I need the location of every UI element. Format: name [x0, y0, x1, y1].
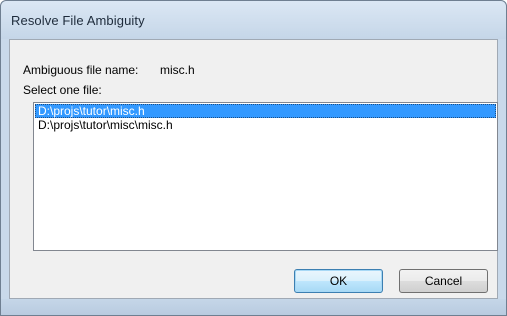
file-listbox[interactable]: D:\projs\tutor\misc.h D:\projs\tutor\mis… — [33, 102, 498, 251]
ok-button[interactable]: OK — [294, 269, 383, 293]
window-bottom-frame — [1, 299, 506, 315]
select-one-file-label: Select one file: — [23, 83, 102, 97]
cancel-button[interactable]: Cancel — [399, 269, 488, 293]
title-bar[interactable]: Resolve File Ambiguity — [1, 1, 506, 39]
ambiguous-file-name-value: misc.h — [160, 63, 195, 77]
resolve-file-ambiguity-dialog: Resolve File Ambiguity Ambiguous file na… — [0, 0, 507, 316]
window-title: Resolve File Ambiguity — [11, 13, 145, 28]
file-list-item[interactable]: D:\projs\tutor\misc.h — [35, 104, 496, 118]
ambiguous-file-name-label: Ambiguous file name: — [23, 63, 139, 77]
file-list-item[interactable]: D:\projs\tutor\misc\misc.h — [35, 118, 496, 132]
